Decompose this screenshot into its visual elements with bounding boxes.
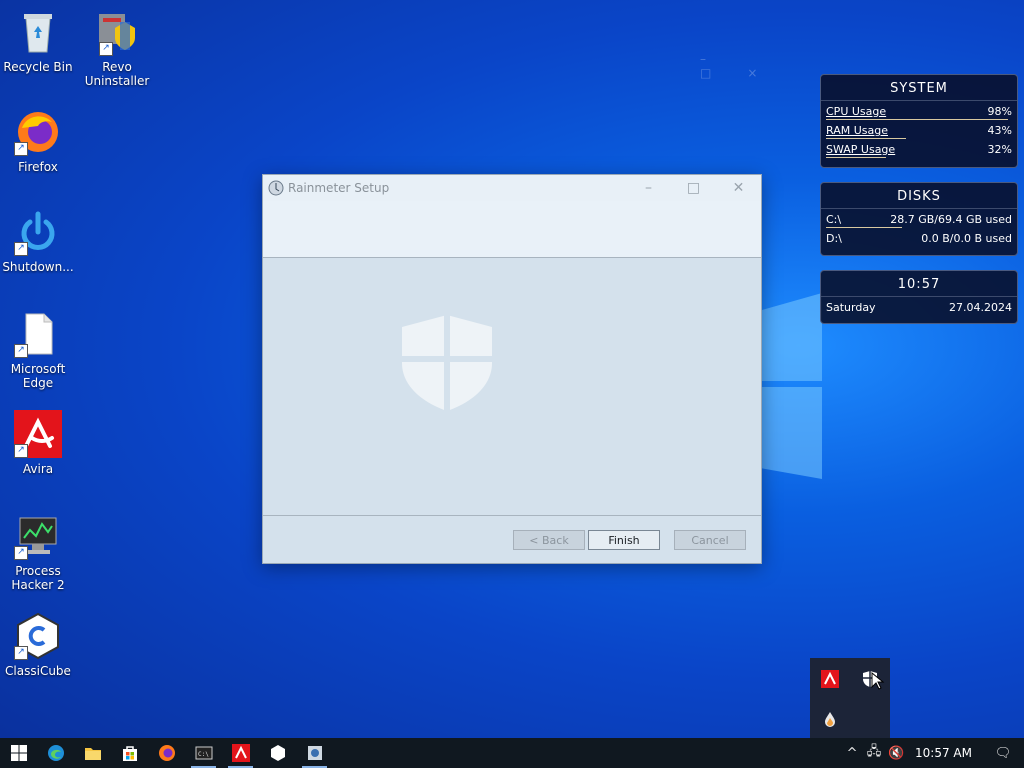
- clock-widget: 10:57 Saturday 27.04.2024: [820, 270, 1018, 324]
- system-tray: ^ 🖧 🔇 10:57 AM 🗨: [841, 738, 1024, 768]
- desktop-icon-microsoft-edge[interactable]: ↗ Microsoft Edge: [0, 310, 76, 390]
- close-button[interactable]: ✕: [716, 180, 761, 196]
- rainmeter-app-icon: [268, 180, 284, 196]
- dialog-titlebar[interactable]: Rainmeter Setup – □ ✕: [263, 175, 761, 201]
- desktop-icon-process-hacker[interactable]: ↗ Process Hacker 2: [0, 512, 76, 592]
- show-hidden-icons-chevron-icon[interactable]: ^: [841, 746, 863, 761]
- taskbar-avira-button[interactable]: [222, 738, 259, 768]
- rainmeter-tray-icon[interactable]: [821, 710, 839, 728]
- classicube-icon: ↗: [14, 612, 62, 660]
- desktop-icon-label: Recycle Bin: [3, 60, 73, 74]
- network-icon[interactable]: 🖧: [863, 742, 885, 764]
- cancel-button[interactable]: Cancel: [674, 530, 746, 550]
- start-button[interactable]: [0, 738, 37, 768]
- taskbar: C:\ ^ 🖧 🔇 10:57 AM 🗨: [0, 738, 1024, 768]
- system-widget-title: SYSTEM: [821, 75, 1017, 101]
- finish-button[interactable]: Finish: [588, 530, 660, 550]
- desktop-icon-classicube[interactable]: ↗ ClassiCube: [0, 612, 76, 678]
- minimize-button[interactable]: –: [626, 180, 671, 196]
- taskbar-store-button[interactable]: [111, 738, 148, 768]
- process-hacker-icon: ↗: [14, 512, 62, 560]
- desktop-icon-label: Microsoft Edge: [10, 362, 66, 390]
- tray-overflow-popup: [810, 658, 890, 738]
- desktop-icon-label: Revo Uninstaller: [84, 60, 150, 88]
- recycle-bin-icon: [14, 8, 62, 56]
- mouse-cursor-icon: [870, 671, 888, 690]
- disks-widget-title: DISKS: [821, 183, 1017, 209]
- taskbar-edge-button[interactable]: [37, 738, 74, 768]
- wallpaper-windows-logo: [760, 285, 822, 480]
- disk-c-row: C:\ 28.7 GB/69.4 GB used: [826, 213, 1012, 228]
- ram-usage-row: RAM Usage 43%: [826, 124, 1012, 139]
- back-button[interactable]: < Back: [513, 530, 585, 550]
- clock-date-row: Saturday 27.04.2024: [821, 297, 1017, 316]
- desktop-icon-avira[interactable]: ↗ Avira: [0, 410, 76, 476]
- desktop-icon-label: Firefox: [18, 160, 58, 174]
- taskbar-clock[interactable]: 10:57 AM: [907, 746, 982, 760]
- clock-date: 27.04.2024: [949, 301, 1012, 314]
- disks-widget: DISKS C:\ 28.7 GB/69.4 GB used D:\ 0.0 B…: [820, 182, 1018, 256]
- desktop-icon-label: Process Hacker 2: [11, 564, 65, 592]
- taskbar-file-explorer-button[interactable]: [74, 738, 111, 768]
- avira-tray-icon[interactable]: [821, 670, 839, 688]
- dialog-footer: < Back Finish Cancel: [263, 516, 761, 563]
- ghost-window-controls: –□×: [700, 52, 794, 80]
- cpu-usage-row: CPU Usage 98%: [826, 105, 1012, 120]
- swap-usage-bar: [826, 157, 886, 158]
- desktop-icon-label: Shutdown...: [2, 260, 74, 274]
- rainmeter-setup-dialog: Rainmeter Setup – □ ✕ < Back Finish Canc…: [262, 174, 762, 564]
- taskbar-rainmeter-setup-button[interactable]: [296, 738, 333, 768]
- maximize-button[interactable]: □: [671, 180, 716, 196]
- dialog-body: [263, 258, 761, 516]
- action-center-icon[interactable]: 🗨: [982, 746, 1024, 761]
- dialog-header-panel: [263, 201, 761, 258]
- power-icon: ↗: [14, 208, 62, 256]
- blank-file-icon: ↗: [14, 310, 62, 358]
- taskbar-classicube-button[interactable]: [259, 738, 296, 768]
- taskbar-firefox-button[interactable]: [148, 738, 185, 768]
- firefox-icon: ↗: [14, 108, 62, 156]
- clock-widget-time: 10:57: [821, 271, 1017, 297]
- disk-d-row: D:\ 0.0 B/0.0 B used: [826, 232, 1012, 245]
- desktop-icon-label: ClassiCube: [5, 664, 71, 678]
- swap-usage-row: SWAP Usage 32%: [826, 143, 1012, 158]
- volume-muted-icon[interactable]: 🔇: [885, 746, 907, 761]
- taskbar-cmd-button[interactable]: C:\: [185, 738, 222, 768]
- windows-security-shield-icon: [398, 313, 496, 413]
- dialog-title: Rainmeter Setup: [288, 181, 390, 195]
- desktop-icon-recycle-bin[interactable]: Recycle Bin: [0, 8, 76, 74]
- desktop-icon-revo-uninstaller[interactable]: ↗ Revo Uninstaller: [79, 8, 155, 88]
- svg-text:C:\: C:\: [198, 751, 209, 758]
- revo-uninstaller-icon: ↗: [93, 8, 141, 56]
- clock-day: Saturday: [826, 301, 876, 314]
- desktop-icon-shutdown[interactable]: ↗ Shutdown...: [0, 208, 76, 274]
- avira-icon: ↗: [14, 410, 62, 458]
- system-widget: SYSTEM CPU Usage 98% RAM Usage 43% SWAP …: [820, 74, 1018, 168]
- desktop-icon-label: Avira: [22, 462, 54, 476]
- desktop-icon-firefox[interactable]: ↗ Firefox: [0, 108, 76, 174]
